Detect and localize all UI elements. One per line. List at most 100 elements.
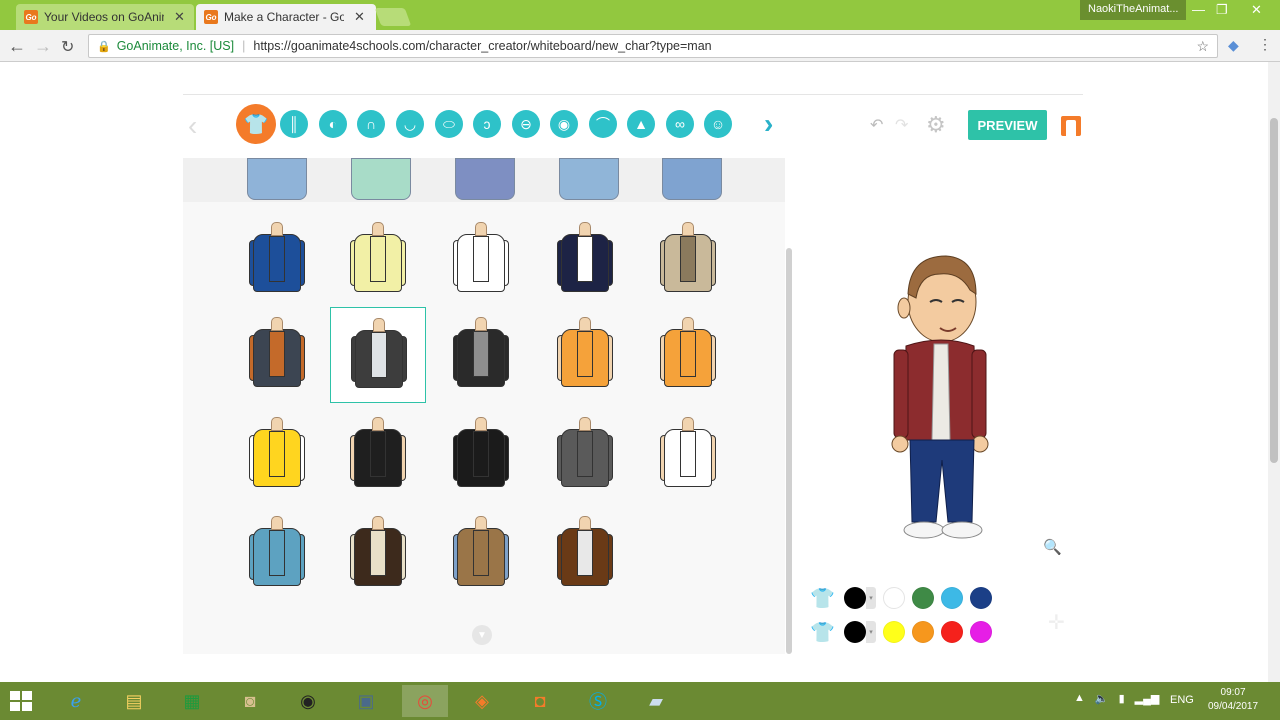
internet-explorer-icon[interactable]: ℯ <box>58 685 94 717</box>
battery-icon[interactable]: ▮ <box>1119 692 1125 705</box>
outfit-neck <box>372 516 384 530</box>
store-icon[interactable]: ▦ <box>174 685 210 717</box>
outfit-item[interactable] <box>640 307 736 403</box>
hair-icon[interactable]: ∩ <box>357 110 385 138</box>
color-swatch[interactable] <box>970 621 992 643</box>
outfit-shirt <box>269 431 285 477</box>
network-icon[interactable]: ▂▄▆ <box>1135 692 1160 705</box>
camera-icon[interactable]: ◘ <box>522 685 558 717</box>
gear-icon[interactable]: ⚙ <box>926 112 946 138</box>
color-swatch[interactable] <box>883 587 905 609</box>
outfit-item[interactable] <box>537 307 633 403</box>
new-tab-button[interactable] <box>374 8 412 26</box>
page-scrollbar[interactable] <box>1268 62 1280 682</box>
scrollbar-thumb[interactable] <box>1270 118 1278 463</box>
back-icon[interactable]: ← <box>8 36 26 57</box>
forward-icon[interactable]: → <box>34 36 52 57</box>
glasses-icon[interactable]: ∞ <box>666 110 694 138</box>
outfit-item[interactable] <box>229 407 325 503</box>
address-bar[interactable]: 🔒 GoAnimate, Inc. [US] | https://goanima… <box>88 34 1218 58</box>
extension-icon[interactable]: ◆ <box>1228 37 1239 54</box>
current-color-swatch[interactable] <box>844 621 866 643</box>
tab-make-a-character[interactable]: Go Make a Character - GoA ✕ <box>196 4 376 30</box>
bookmark-star-icon[interactable]: ☆ <box>1196 38 1209 55</box>
outfit-item[interactable] <box>330 407 426 503</box>
eyebrow-icon[interactable]: ⌒ <box>589 110 617 138</box>
outfit-item[interactable] <box>433 307 529 403</box>
nose-icon[interactable]: ▲ <box>627 110 655 138</box>
windows-start-icon[interactable] <box>10 691 32 711</box>
outfit-item[interactable] <box>229 506 325 602</box>
reload-icon[interactable]: ↻ <box>61 37 74 57</box>
outfit-item-selected[interactable] <box>330 307 426 403</box>
close-tab-icon[interactable]: ✕ <box>174 9 185 25</box>
upper-body-icon[interactable]: 👕 <box>236 104 276 144</box>
outfit-shirt <box>680 331 696 377</box>
minimize-icon[interactable]: — <box>1192 2 1205 17</box>
lower-body-icon[interactable]: ║ <box>280 110 308 138</box>
tray-arrow-icon[interactable]: ▲ <box>1074 692 1085 705</box>
color-swatch[interactable] <box>941 587 963 609</box>
undo-icon[interactable]: ↶ <box>870 115 883 135</box>
outfit-item[interactable] <box>537 407 633 503</box>
app-icon[interactable]: ◙ <box>232 685 268 717</box>
skin-icon[interactable]: ⊖ <box>512 110 540 138</box>
scroll-down-icon[interactable]: ▼ <box>472 625 492 645</box>
tab-your-videos[interactable]: Go Your Videos on GoAnim ✕ <box>16 4 194 30</box>
app-icon[interactable]: ▰ <box>638 685 674 717</box>
color-swatch[interactable] <box>912 621 934 643</box>
outfit-item[interactable] <box>330 506 426 602</box>
language-indicator[interactable]: ENG <box>1170 694 1194 706</box>
outfit-item[interactable] <box>229 212 325 308</box>
screen-recorder-icon[interactable]: ◈ <box>464 685 500 717</box>
prev-category-icon[interactable]: ‹ <box>188 110 197 142</box>
outfit-item[interactable] <box>537 506 633 602</box>
outfit-item[interactable] <box>433 407 529 503</box>
redo-icon[interactable]: ↷ <box>895 115 908 135</box>
divider <box>183 94 1083 95</box>
head-icon[interactable]: ◡ <box>396 110 424 138</box>
mouth-icon[interactable]: ⬭ <box>435 110 463 138</box>
outfit-item[interactable] <box>640 212 736 308</box>
outfit-item[interactable] <box>559 158 619 200</box>
zoom-icon[interactable]: 🔍 <box>1043 538 1062 556</box>
ear-icon[interactable]: ↄ <box>473 110 501 138</box>
outfit-item[interactable] <box>229 307 325 403</box>
color-dropdown-icon[interactable]: ▾ <box>866 621 876 643</box>
color-swatch[interactable] <box>941 621 963 643</box>
current-color-swatch[interactable] <box>844 587 866 609</box>
color-swatch[interactable] <box>912 587 934 609</box>
next-category-icon[interactable]: › <box>764 108 773 140</box>
outfit-item[interactable] <box>330 212 426 308</box>
close-window-icon[interactable]: ✕ <box>1251 2 1262 18</box>
chrome-icon[interactable]: ◎ <box>402 685 448 717</box>
outfit-item[interactable] <box>537 212 633 308</box>
media-player-icon[interactable]: ◉ <box>290 685 326 717</box>
preview-button[interactable]: PREVIEW <box>968 110 1047 140</box>
restore-icon[interactable]: ❐ <box>1216 2 1228 18</box>
color-swatch[interactable] <box>970 587 992 609</box>
outfit-item[interactable] <box>640 407 736 503</box>
outfit-item[interactable] <box>247 158 307 200</box>
save-icon[interactable] <box>1061 116 1081 136</box>
outfit-item[interactable] <box>351 158 411 200</box>
skype-icon[interactable]: Ⓢ <box>580 685 616 717</box>
clock[interactable]: 09:07 09/04/2017 <box>1208 686 1258 714</box>
eye-icon[interactable]: ◉ <box>550 110 578 138</box>
face-shape-icon[interactable]: ◐ <box>319 110 347 138</box>
profile-badge[interactable]: NaokiTheAnimat... <box>1080 0 1187 20</box>
accessory-icon[interactable]: ☺ <box>704 110 732 138</box>
file-explorer-icon[interactable]: ▤ <box>116 685 152 717</box>
close-tab-icon[interactable]: ✕ <box>354 9 365 25</box>
menu-icon[interactable]: ⋮ <box>1258 36 1272 53</box>
color-dropdown-icon[interactable]: ▾ <box>866 587 876 609</box>
volume-icon[interactable]: 🔈 <box>1095 692 1109 705</box>
outfit-item[interactable] <box>662 158 722 200</box>
color-swatch[interactable] <box>883 621 905 643</box>
outfit-item[interactable] <box>433 212 529 308</box>
app-icon[interactable]: ▣ <box>348 685 384 717</box>
outfit-neck <box>579 222 591 236</box>
outfit-item[interactable] <box>433 506 529 602</box>
outfit-item[interactable] <box>455 158 515 200</box>
grid-scrollbar[interactable] <box>786 248 792 654</box>
